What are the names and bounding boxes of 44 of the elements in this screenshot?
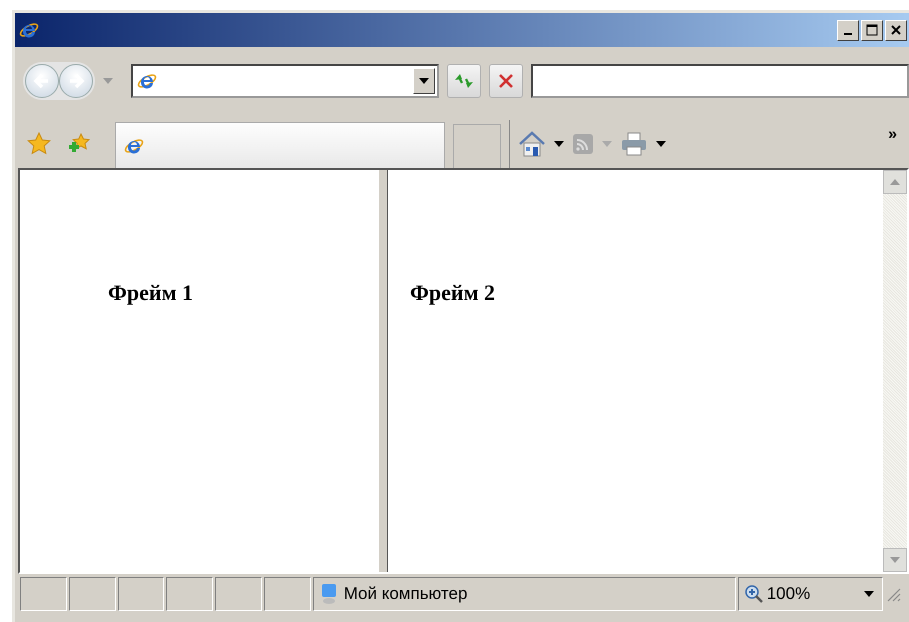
status-pane: [215, 577, 262, 611]
back-button[interactable]: [25, 64, 59, 98]
refresh-arrows-icon: [453, 72, 475, 90]
zoom-control[interactable]: 100%: [738, 577, 884, 611]
up-arrow-icon: [890, 179, 900, 185]
forward-button[interactable]: [59, 64, 93, 98]
zoom-icon: [744, 585, 763, 603]
caret-icon: [419, 78, 429, 84]
frame-splitter[interactable]: [378, 170, 388, 572]
home-icon[interactable]: [518, 130, 546, 158]
caret-icon: [864, 591, 874, 597]
printer-icon[interactable]: [620, 131, 648, 157]
scroll-up-button[interactable]: [883, 170, 907, 194]
frame-heading: Фрейм 1: [108, 280, 194, 306]
feed-icon[interactable]: [572, 133, 594, 155]
star-icon[interactable]: [27, 132, 51, 156]
status-pane: [118, 577, 164, 611]
close-icon: [498, 73, 514, 89]
status-pane: [20, 577, 67, 611]
close-icon: [891, 25, 901, 35]
refresh-button[interactable]: [447, 64, 481, 98]
address-field[interactable]: [131, 64, 439, 98]
down-arrow-icon: [890, 557, 900, 563]
dropdown-caret-icon[interactable]: [103, 78, 113, 84]
stop-button[interactable]: [489, 64, 523, 98]
status-pane: [68, 577, 116, 611]
search-field[interactable]: [531, 64, 909, 98]
address-dropdown-button[interactable]: [413, 68, 435, 94]
more-tools-chevron[interactable]: »: [888, 120, 897, 144]
caret-icon[interactable]: [554, 141, 564, 147]
caret-icon[interactable]: [656, 141, 666, 147]
frame-heading: Фрейм 2: [410, 280, 496, 306]
computer-icon: [320, 583, 338, 605]
scroll-down-button[interactable]: [883, 548, 907, 572]
vertical-scrollbar[interactable]: [883, 170, 907, 572]
resize-grip-icon[interactable]: [885, 586, 901, 602]
status-pane: [166, 577, 214, 611]
maximize-icon: [866, 24, 878, 36]
status-pane: [264, 577, 311, 611]
close-button[interactable]: [885, 20, 907, 40]
maximize-button[interactable]: [861, 20, 883, 40]
security-zone-label: Мой компьютер: [344, 584, 468, 604]
minimize-button[interactable]: [837, 20, 859, 40]
minimize-icon: [844, 33, 852, 35]
